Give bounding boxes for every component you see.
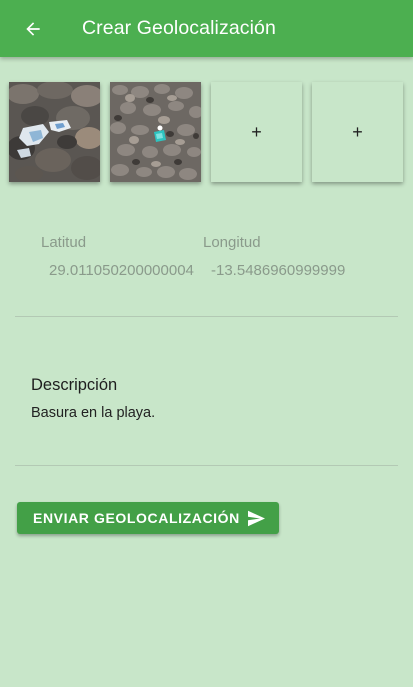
- plus-icon: +: [352, 121, 363, 142]
- add-photo-button[interactable]: +: [211, 82, 302, 182]
- divider: [15, 316, 398, 317]
- add-photo-button[interactable]: +: [312, 82, 403, 182]
- longitude-field[interactable]: -13.5486960999999: [211, 262, 361, 279]
- divider: [15, 465, 398, 466]
- send-geolocation-button[interactable]: ENVIAR GEOLOCALIZACIÓN: [17, 502, 279, 534]
- plus-icon: +: [251, 121, 262, 142]
- latitude-field[interactable]: 29.011050200000004: [49, 262, 194, 279]
- longitude-label: Longitud: [203, 234, 261, 251]
- photo-gallery: + +: [9, 82, 405, 182]
- photo-thumbnail[interactable]: [9, 82, 100, 182]
- page-title: Crear Geolocalización: [82, 17, 276, 39]
- photo-thumbnail[interactable]: [110, 82, 201, 182]
- description-label: Descripción: [31, 376, 118, 394]
- description-field[interactable]: Basura en la playa.: [31, 405, 155, 421]
- rocks-litter-image: [9, 82, 100, 182]
- send-button-label: ENVIAR GEOLOCALIZACIÓN: [33, 510, 240, 526]
- latitude-label: Latitud: [41, 234, 87, 251]
- send-icon: [247, 510, 266, 527]
- gravel-litter-image: [110, 82, 201, 182]
- app-bar: Crear Geolocalización: [0, 0, 413, 57]
- back-button[interactable]: [20, 16, 46, 42]
- arrow-back-icon: [26, 22, 40, 36]
